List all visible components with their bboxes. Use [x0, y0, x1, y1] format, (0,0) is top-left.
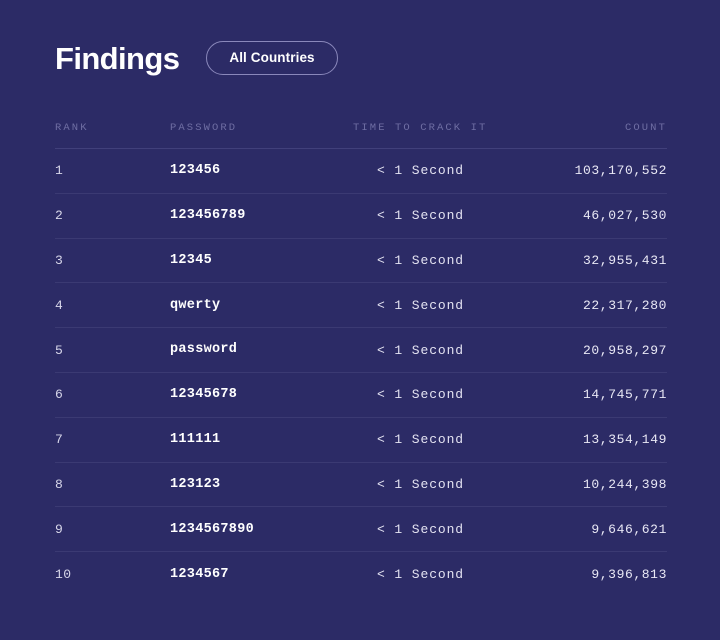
cell-password: 1234567890 — [170, 523, 345, 537]
cell-rank: 4 — [55, 299, 170, 312]
cell-password: 1234567 — [170, 568, 345, 582]
cell-time-to-crack: < 1 Second — [345, 523, 527, 536]
cell-rank: 10 — [55, 568, 170, 581]
table-row[interactable]: 1 123456 < 1 Second 103,170,552 — [55, 149, 667, 194]
cell-password: 123456789 — [170, 209, 345, 223]
cell-count: 22,317,280 — [527, 299, 667, 312]
cell-time-to-crack: < 1 Second — [345, 388, 527, 401]
cell-password: qwerty — [170, 299, 345, 313]
column-header-time-to-crack: TIME TO CRACK IT — [345, 123, 527, 134]
cell-rank: 9 — [55, 523, 170, 536]
cell-time-to-crack: < 1 Second — [345, 164, 527, 177]
cell-count: 32,955,431 — [527, 254, 667, 267]
cell-time-to-crack: < 1 Second — [345, 299, 527, 312]
table-header-row: RANK PASSWORD TIME TO CRACK IT COUNT — [55, 123, 667, 149]
page-title: Findings — [55, 43, 179, 74]
cell-password: 12345678 — [170, 388, 345, 402]
findings-page: Findings All Countries RANK PASSWORD TIM… — [0, 0, 720, 640]
country-filter-button[interactable]: All Countries — [206, 41, 337, 76]
table-row[interactable]: 8 123123 < 1 Second 10,244,398 — [55, 463, 667, 508]
cell-time-to-crack: < 1 Second — [345, 433, 527, 446]
cell-time-to-crack: < 1 Second — [345, 254, 527, 267]
cell-rank: 8 — [55, 478, 170, 491]
cell-rank: 5 — [55, 344, 170, 357]
page-header: Findings All Countries — [55, 0, 665, 80]
cell-password: password — [170, 343, 345, 357]
cell-count: 20,958,297 — [527, 344, 667, 357]
table-row[interactable]: 2 123456789 < 1 Second 46,027,530 — [55, 194, 667, 239]
cell-password: 12345 — [170, 254, 345, 268]
cell-count: 9,396,813 — [527, 568, 667, 581]
cell-time-to-crack: < 1 Second — [345, 209, 527, 222]
cell-rank: 6 — [55, 388, 170, 401]
cell-count: 9,646,621 — [527, 523, 667, 536]
cell-time-to-crack: < 1 Second — [345, 344, 527, 357]
cell-rank: 1 — [55, 164, 170, 177]
table-row[interactable]: 3 12345 < 1 Second 32,955,431 — [55, 239, 667, 284]
cell-password: 111111 — [170, 433, 345, 447]
cell-password: 123123 — [170, 478, 345, 492]
table-row[interactable]: 6 12345678 < 1 Second 14,745,771 — [55, 373, 667, 418]
table-row[interactable]: 9 1234567890 < 1 Second 9,646,621 — [55, 507, 667, 552]
table-row[interactable]: 5 password < 1 Second 20,958,297 — [55, 328, 667, 373]
cell-rank: 3 — [55, 254, 170, 267]
table-row[interactable]: 10 1234567 < 1 Second 9,396,813 — [55, 552, 667, 597]
cell-password: 123456 — [170, 164, 345, 178]
findings-table: RANK PASSWORD TIME TO CRACK IT COUNT 1 1… — [55, 123, 667, 597]
cell-count: 13,354,149 — [527, 433, 667, 446]
cell-count: 103,170,552 — [527, 164, 667, 177]
cell-rank: 2 — [55, 209, 170, 222]
column-header-password: PASSWORD — [170, 123, 345, 134]
column-header-count: COUNT — [527, 123, 667, 134]
table-row[interactable]: 7 111111 < 1 Second 13,354,149 — [55, 418, 667, 463]
cell-time-to-crack: < 1 Second — [345, 478, 527, 491]
cell-time-to-crack: < 1 Second — [345, 568, 527, 581]
cell-count: 46,027,530 — [527, 209, 667, 222]
cell-rank: 7 — [55, 433, 170, 446]
cell-count: 14,745,771 — [527, 388, 667, 401]
column-header-rank: RANK — [55, 123, 170, 134]
table-row[interactable]: 4 qwerty < 1 Second 22,317,280 — [55, 283, 667, 328]
cell-count: 10,244,398 — [527, 478, 667, 491]
